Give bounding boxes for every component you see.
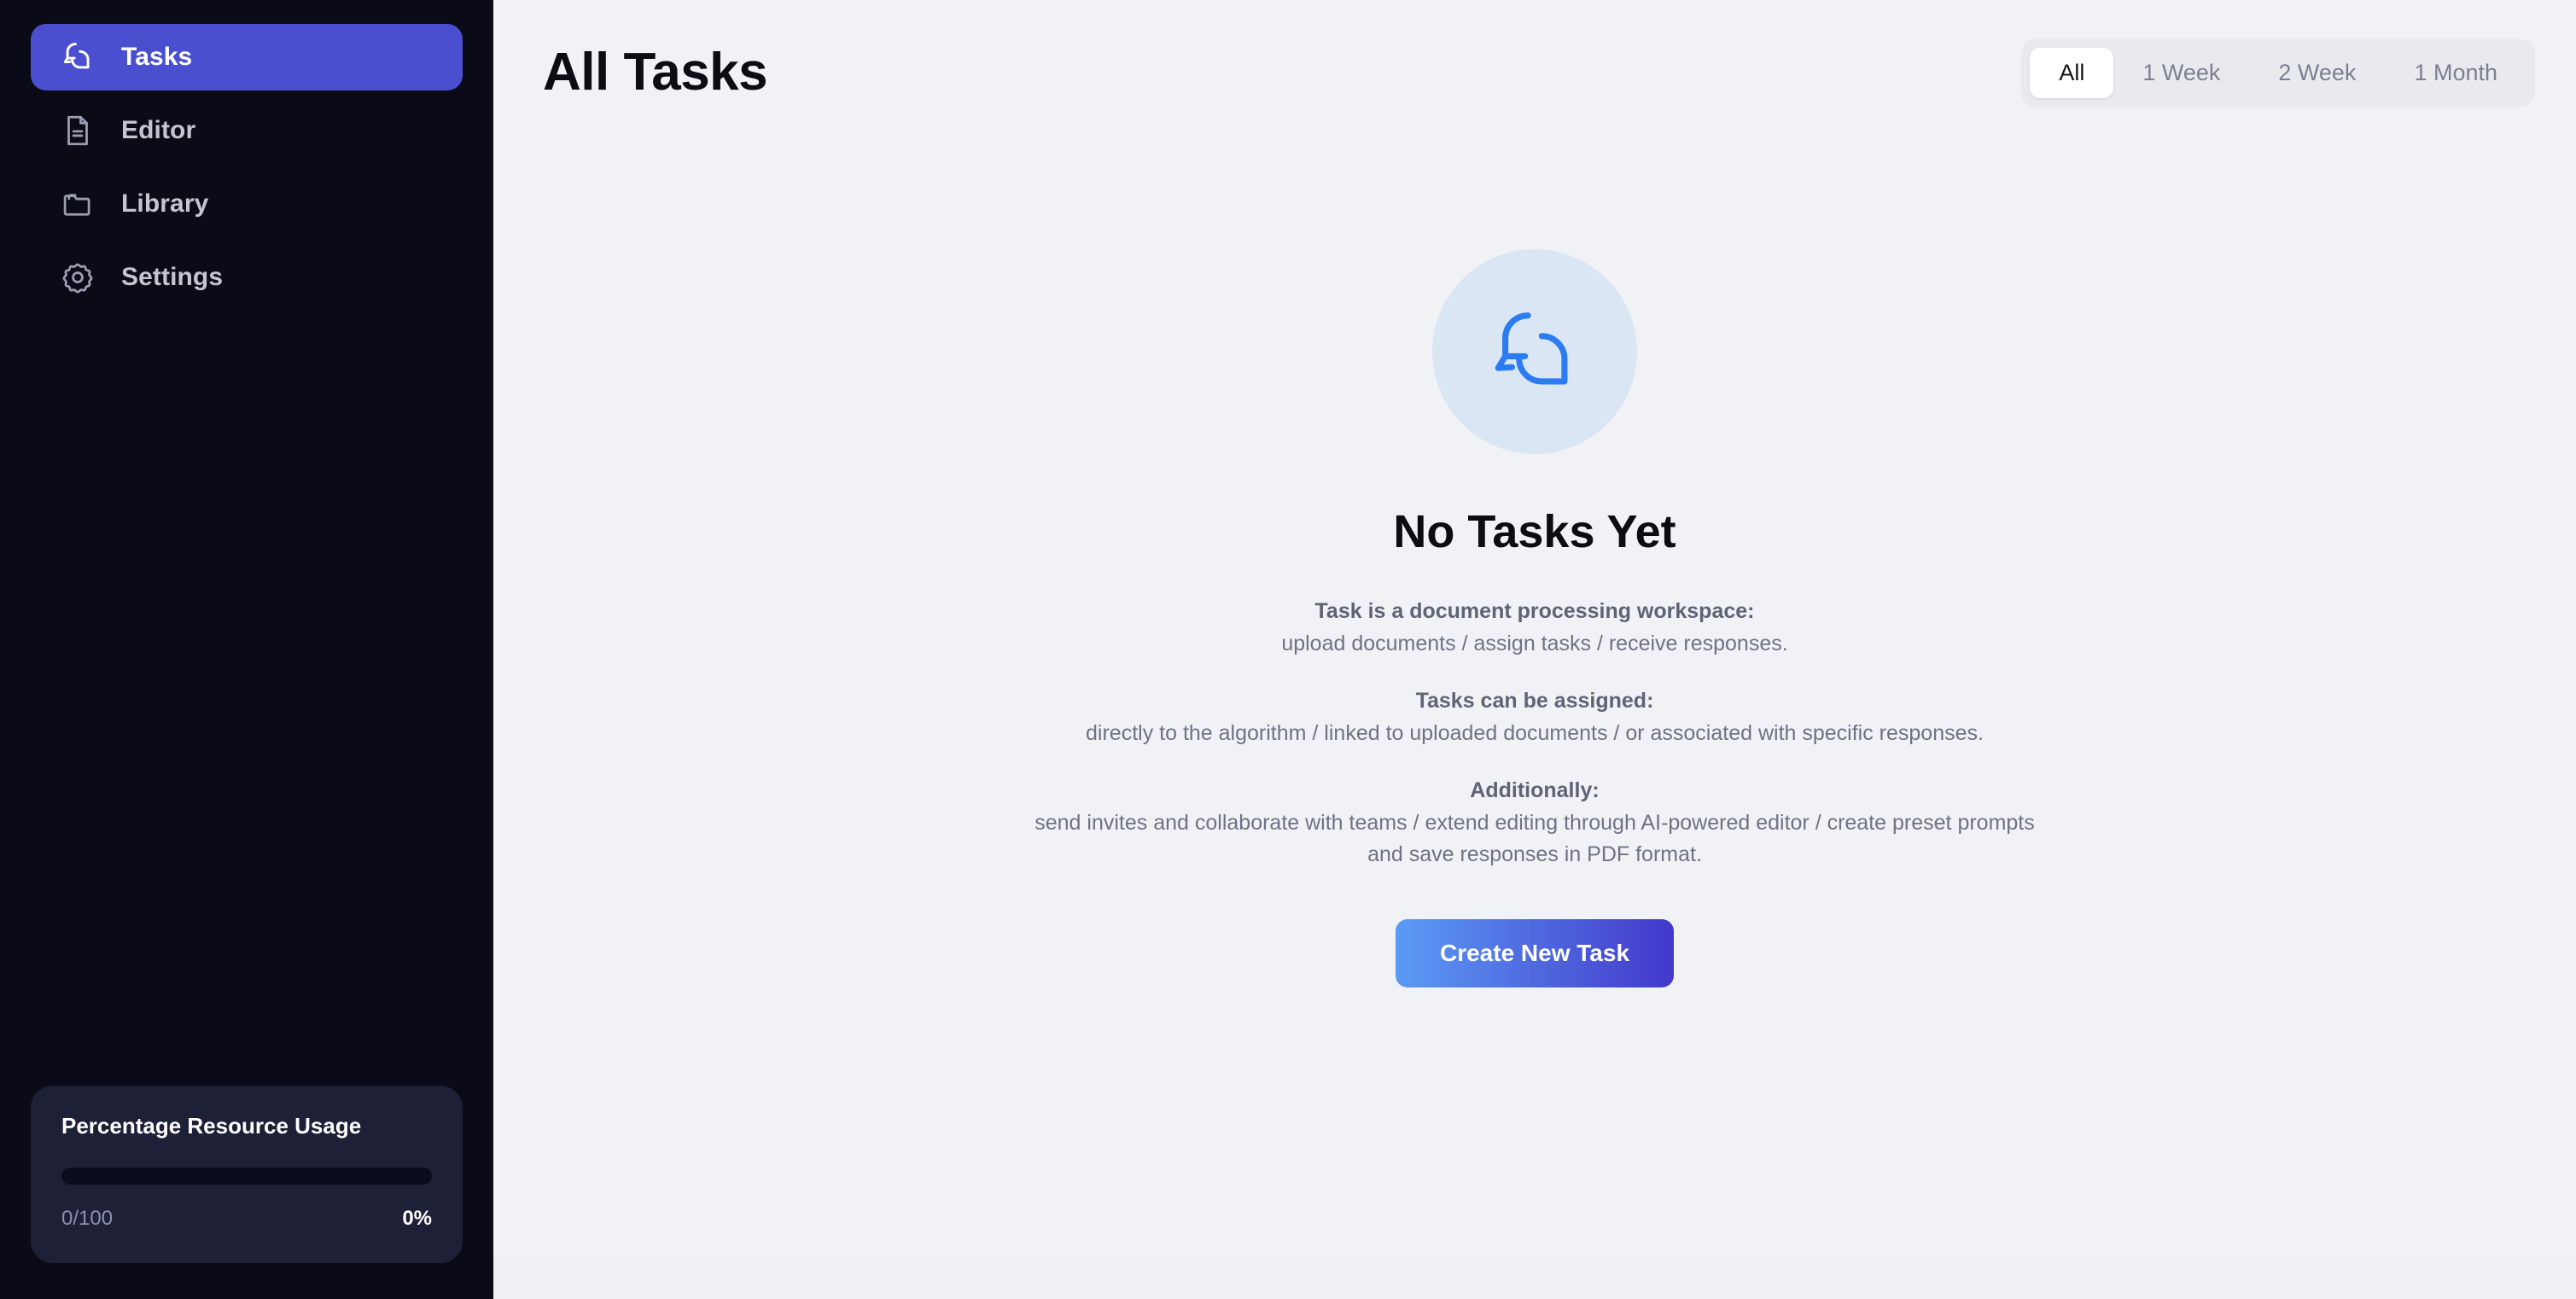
bottom-strip (493, 1255, 2576, 1299)
description-paragraph: Additionally: send invites and collabora… (1023, 775, 2047, 871)
sidebar-item-tasks[interactable]: Tasks (31, 24, 463, 90)
resource-usage-meta: 0/100 0% (61, 1209, 432, 1229)
sidebar-item-editor[interactable]: Editor (31, 97, 463, 164)
create-new-task-button[interactable]: Create New Task (1395, 918, 1675, 987)
sidebar-nav: Tasks Editor Library Settings (31, 24, 463, 311)
time-filter-group: All 1 Week 2 Week 1 Month (2021, 38, 2535, 107)
filter-tab-2-week[interactable]: 2 Week (2249, 48, 2385, 98)
document-icon (58, 111, 97, 150)
resource-percent-label: 0% (402, 1207, 432, 1230)
paragraph-text: directly to the algorithm / linked to up… (1086, 720, 1984, 745)
empty-state: No Tasks Yet Task is a document processi… (493, 108, 2576, 1299)
empty-state-actions: Create New Task (1395, 918, 1675, 987)
folder-icon (58, 184, 97, 224)
page-header: All Tasks All 1 Week 2 Week 1 Month (493, 0, 2576, 108)
filter-tab-all[interactable]: All (2030, 47, 2114, 98)
resource-usage-title: Percentage Resource Usage (61, 1113, 362, 1139)
paragraph-text: send invites and collaborate with teams … (1034, 810, 2035, 867)
sidebar-item-label: Tasks (121, 43, 193, 71)
app-root: Tasks Editor Library Settings Percentage… (0, 0, 2576, 1299)
paragraph-text: upload documents / assign tasks / receiv… (1281, 631, 1788, 655)
description-paragraph: Tasks can be assigned: directly to the a… (1023, 685, 2047, 749)
sidebar-item-label: Library (121, 189, 209, 218)
paragraph-heading: Task is a document processing workspace: (1314, 599, 1755, 623)
chat-bubbles-icon (1484, 301, 1585, 402)
chat-bubbles-icon (58, 38, 97, 77)
resource-usage-card: Percentage Resource Usage 0/100 0% (31, 1086, 463, 1263)
filter-tab-1-week[interactable]: 1 Week (2113, 48, 2249, 98)
empty-state-description: Task is a document processing workspace:… (1023, 596, 2047, 871)
sidebar-item-settings[interactable]: Settings (31, 244, 463, 311)
empty-state-title: No Tasks Yet (1393, 506, 1676, 557)
sidebar: Tasks Editor Library Settings Percentage… (0, 0, 493, 1299)
sidebar-item-label: Settings (121, 263, 224, 291)
paragraph-heading: Additionally: (1470, 778, 1600, 802)
gear-icon (58, 258, 97, 297)
resource-used-label: 0/100 (61, 1207, 114, 1230)
empty-state-icon-badge (1432, 249, 1637, 454)
resource-progress-bar (61, 1168, 432, 1185)
sidebar-item-label: Editor (121, 116, 196, 144)
description-paragraph: Task is a document processing workspace:… (1023, 596, 2047, 660)
filter-tab-1-month[interactable]: 1 Month (2385, 48, 2526, 98)
main-content: All Tasks All 1 Week 2 Week 1 Month No T… (493, 0, 2576, 1299)
page-title: All Tasks (543, 43, 768, 102)
sidebar-item-library[interactable]: Library (31, 171, 463, 237)
paragraph-heading: Tasks can be assigned: (1415, 689, 1654, 713)
